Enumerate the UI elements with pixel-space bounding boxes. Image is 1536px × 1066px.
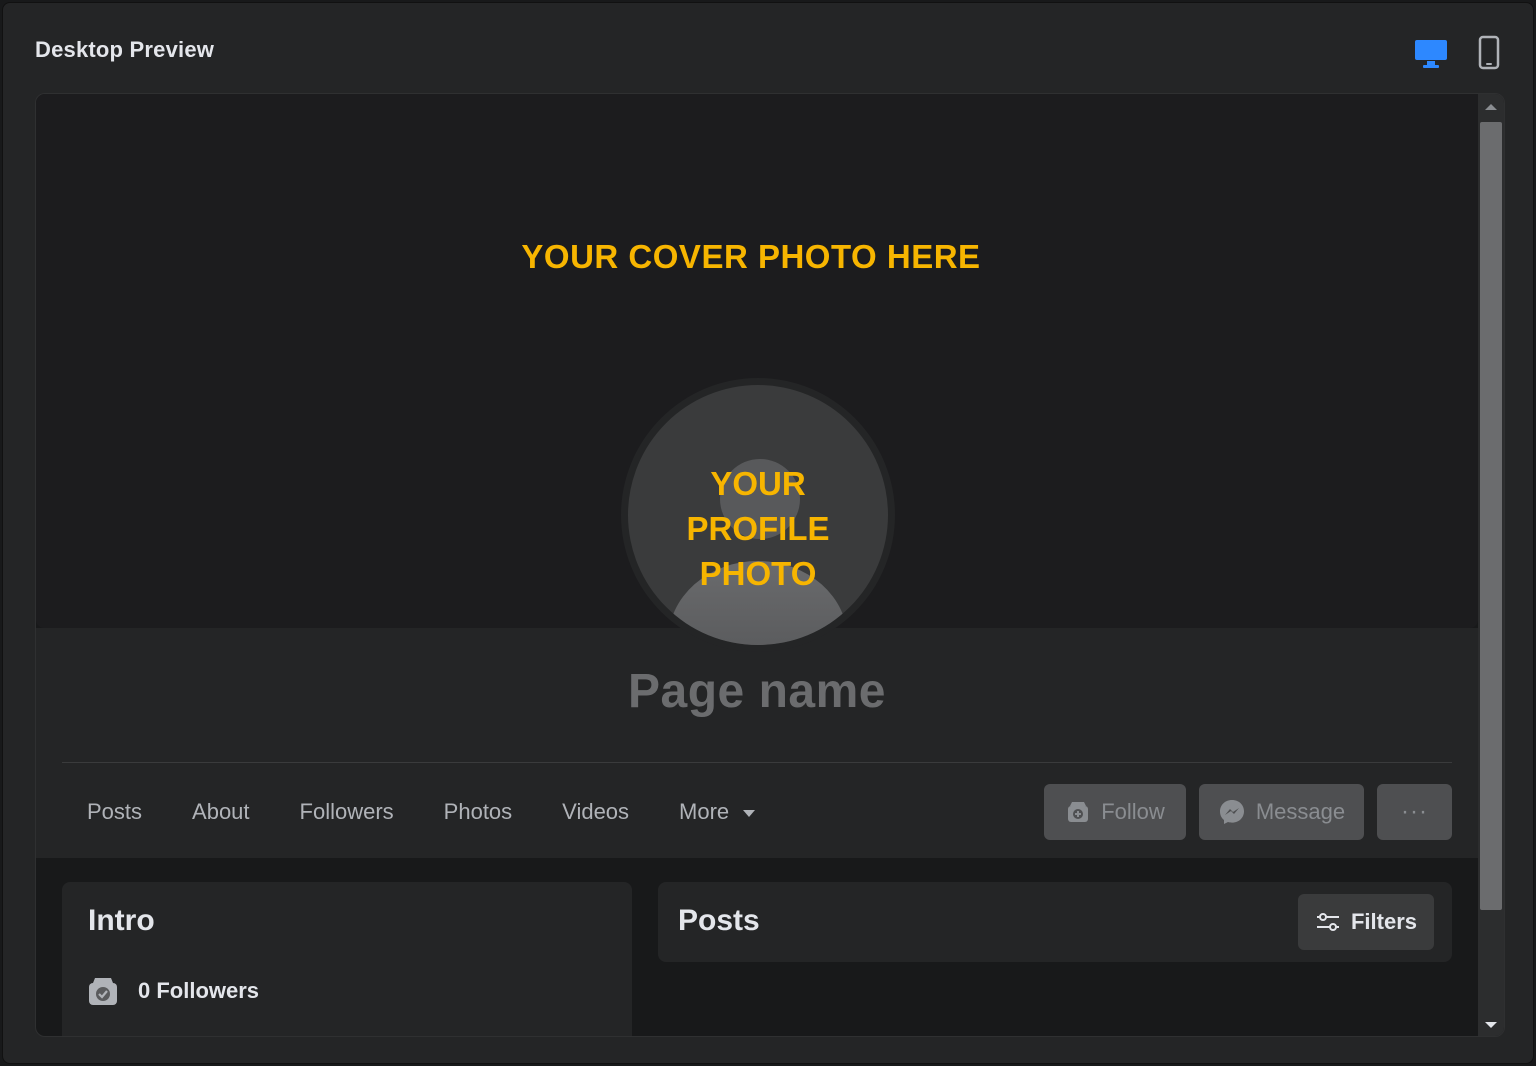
window-title: Desktop Preview: [35, 37, 215, 62]
tab-photos[interactable]: Photos: [419, 784, 538, 840]
posts-title: Posts: [678, 904, 760, 937]
page-preview-frame: YOUR COVER PHOTO HERE YOUR PROFILE PHOTO…: [35, 93, 1505, 1037]
follow-plus-icon: [1065, 799, 1091, 825]
filters-button[interactable]: Filters: [1298, 894, 1434, 950]
followers-count: 0 Followers: [138, 978, 260, 1003]
mobile-phone-icon: [1478, 35, 1500, 70]
cover-photo-placeholder: YOUR COVER PHOTO HERE: [521, 238, 981, 275]
message-button[interactable]: Message: [1199, 784, 1364, 840]
preview-scroll-content: YOUR COVER PHOTO HERE YOUR PROFILE PHOTO…: [36, 94, 1478, 1036]
filters-label: Filters: [1350, 909, 1418, 934]
more-options-label: ···: [1401, 798, 1428, 825]
caret-down-icon: [743, 809, 756, 817]
desktop-monitor-icon: [1415, 40, 1447, 68]
header-divider: [62, 762, 1452, 763]
scrollbar-thumb[interactable]: [1480, 122, 1502, 910]
page-name: Page name: [628, 665, 886, 718]
scroll-down-arrow-icon[interactable]: [1485, 1022, 1497, 1028]
profile-photo: YOUR PROFILE PHOTO: [621, 378, 895, 652]
scroll-up-arrow-icon[interactable]: [1485, 104, 1497, 110]
tab-followers[interactable]: Followers: [275, 784, 419, 840]
follow-label: Follow: [1101, 799, 1165, 824]
vertical-scrollbar[interactable]: [1478, 94, 1504, 1036]
message-label: Message: [1255, 799, 1346, 824]
profile-placeholder-line: YOUR: [710, 465, 806, 502]
posts-card: Posts Filters: [658, 882, 1452, 962]
profile-photo-circle: YOUR PROFILE PHOTO: [628, 385, 888, 645]
follow-button[interactable]: Follow: [1044, 784, 1186, 840]
tab-more-label: More: [679, 799, 730, 824]
profile-photo-placeholder: YOUR PROFILE PHOTO: [628, 461, 888, 596]
intro-card: Intro 0 Followers: [62, 882, 632, 1036]
preview-window: Desktop Preview YOUR COVER PHOTO HERE YO…: [2, 2, 1534, 1064]
followers-check-icon: [89, 978, 117, 1005]
intro-title: Intro: [88, 904, 155, 937]
followers-count-row: 0 Followers: [86, 974, 259, 1008]
more-options-button[interactable]: ···: [1377, 784, 1452, 840]
tab-posts[interactable]: Posts: [62, 784, 167, 840]
page-tabs: Posts About Followers Photos Videos More: [62, 784, 780, 840]
desktop-view-button[interactable]: [1413, 35, 1449, 71]
sliders-icon: [1315, 911, 1341, 933]
profile-placeholder-line: PROFILE: [686, 510, 830, 547]
profile-placeholder-line: PHOTO: [699, 555, 817, 592]
tab-more[interactable]: More: [654, 784, 780, 840]
tab-videos[interactable]: Videos: [537, 784, 654, 840]
tab-about[interactable]: About: [167, 784, 275, 840]
mobile-view-button[interactable]: [1473, 35, 1505, 71]
messenger-icon: [1218, 798, 1246, 826]
